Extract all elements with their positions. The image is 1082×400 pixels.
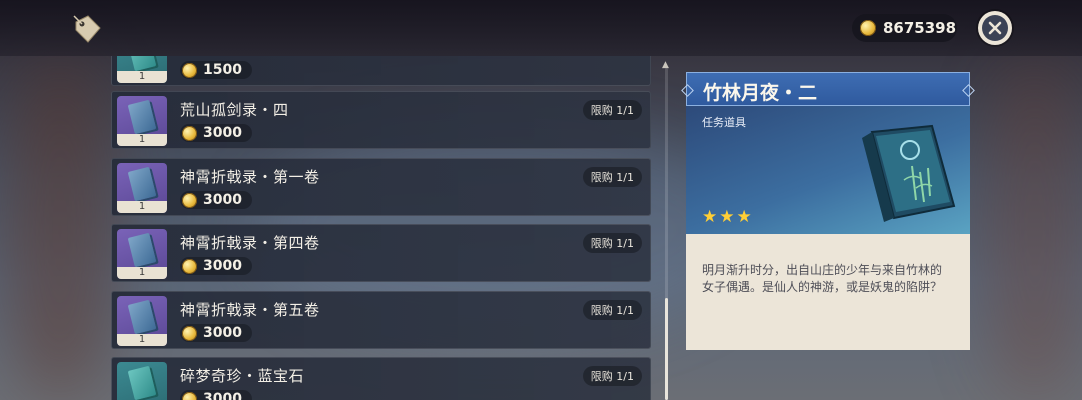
item-thumbnail: 1 (117, 296, 167, 346)
mora-coin-icon (182, 325, 197, 341)
item-price-value: 1500 (203, 62, 242, 78)
mora-coin-icon (182, 192, 197, 208)
item-thumbnail: 1 (117, 96, 167, 146)
top-bar: 8675398 (0, 0, 1082, 56)
book-icon (854, 122, 960, 226)
item-price-value: 3000 (203, 125, 242, 141)
detail-description-area: 明月渐升时分，出自山庄的少年与来自竹林的女子偶遇。是仙人的神游，或是妖鬼的陷阱？ (686, 234, 970, 350)
item-price-value: 3000 (203, 325, 242, 341)
item-price: 3000 (180, 257, 252, 275)
shop-item-row[interactable]: 1 神霄折戟录・第一卷 3000 限购 1/1 (111, 158, 651, 216)
item-quantity: 1 (117, 201, 167, 213)
diamond-ornament-icon (681, 84, 694, 97)
item-name: 神霄折戟录・第五卷 (180, 301, 320, 319)
mora-coin-icon (182, 125, 197, 141)
purchase-limit-badge: 限购 1/1 (582, 233, 642, 253)
item-price-value: 3000 (203, 258, 242, 274)
scrollbar-thumb[interactable] (665, 298, 668, 400)
item-quantity: 1 (117, 267, 167, 279)
diamond-ornament-icon (962, 84, 975, 97)
mora-coin-icon (182, 258, 197, 274)
item-thumbnail: 1 (117, 229, 167, 279)
shop-item-row[interactable]: 1 神霄折戟录・第五卷 3000 限购 1/1 (111, 291, 651, 349)
gem-box-icon (127, 365, 157, 400)
book-icon (127, 99, 157, 135)
shop-item-list[interactable]: 1 1500 1 荒山孤剑录・四 3000 限购 1/1 1 神霄折戟录・第一卷… (111, 56, 651, 400)
purchase-limit-badge: 限购 1/1 (582, 167, 642, 187)
list-scrollbar[interactable] (665, 68, 668, 400)
shop-tag-icon (70, 12, 104, 46)
background-decor-left (0, 60, 120, 400)
mora-coin-icon (182, 62, 197, 78)
shop-item-row[interactable]: 1 神霄折戟录・第四卷 3000 限购 1/1 (111, 224, 651, 282)
item-type-label: 任务道具 (702, 116, 746, 129)
item-price-value: 3000 (203, 391, 242, 400)
item-detail-panel: 竹林月夜・二 任务道具 ★★★ 明月渐升时分，出自山庄的少年与来自竹林的女子偶遇… (681, 72, 975, 350)
item-price: 3000 (180, 191, 252, 209)
book-icon (127, 166, 157, 202)
item-quantity: 1 (117, 134, 167, 146)
book-icon (127, 299, 157, 335)
mora-coin-icon (860, 20, 876, 36)
item-price-value: 3000 (203, 192, 242, 208)
detail-title: 竹林月夜・二 (703, 82, 818, 104)
item-price: 3000 (180, 124, 252, 142)
item-quantity: 1 (117, 71, 167, 83)
background-decor-right (980, 60, 1082, 400)
item-price: 1500 (180, 61, 252, 79)
currency-amount: 8675398 (883, 19, 957, 37)
close-button[interactable] (978, 11, 1012, 45)
item-description: 明月渐升时分，出自山庄的少年与来自竹林的女子偶遇。是仙人的神游，或是妖鬼的陷阱？ (702, 263, 943, 294)
item-quantity: 1 (117, 334, 167, 346)
purchase-limit-badge: 限购 1/1 (582, 300, 642, 320)
item-name: 碎梦奇珍・蓝宝石 (180, 367, 305, 385)
shop-item-row[interactable]: 1 1500 (111, 56, 651, 86)
item-name: 神霄折戟录・第四卷 (180, 234, 320, 252)
close-icon (982, 15, 1008, 41)
purchase-limit-badge: 限购 1/1 (582, 366, 642, 386)
shop-item-row[interactable]: 1 荒山孤剑录・四 3000 限购 1/1 (111, 91, 651, 149)
item-thumbnail: 1 (117, 163, 167, 213)
rarity-stars: ★★★ (702, 207, 754, 227)
item-price: 3000 (180, 390, 252, 400)
item-thumbnail: 1 (117, 362, 167, 400)
item-thumbnail: 1 (117, 56, 167, 83)
item-name: 神霄折戟录・第一卷 (180, 168, 320, 186)
purchase-limit-badge: 限购 1/1 (582, 100, 642, 120)
detail-header: 竹林月夜・二 (681, 72, 975, 106)
item-price: 3000 (180, 324, 252, 342)
book-icon (127, 56, 157, 72)
detail-art-area: 任务道具 ★★★ (686, 106, 970, 234)
mora-coin-icon (182, 391, 197, 400)
currency-display: 8675398 (852, 14, 957, 42)
book-icon (127, 232, 157, 268)
item-name: 荒山孤剑录・四 (180, 101, 289, 119)
shop-item-row[interactable]: 1 碎梦奇珍・蓝宝石 3000 限购 1/1 (111, 357, 651, 400)
